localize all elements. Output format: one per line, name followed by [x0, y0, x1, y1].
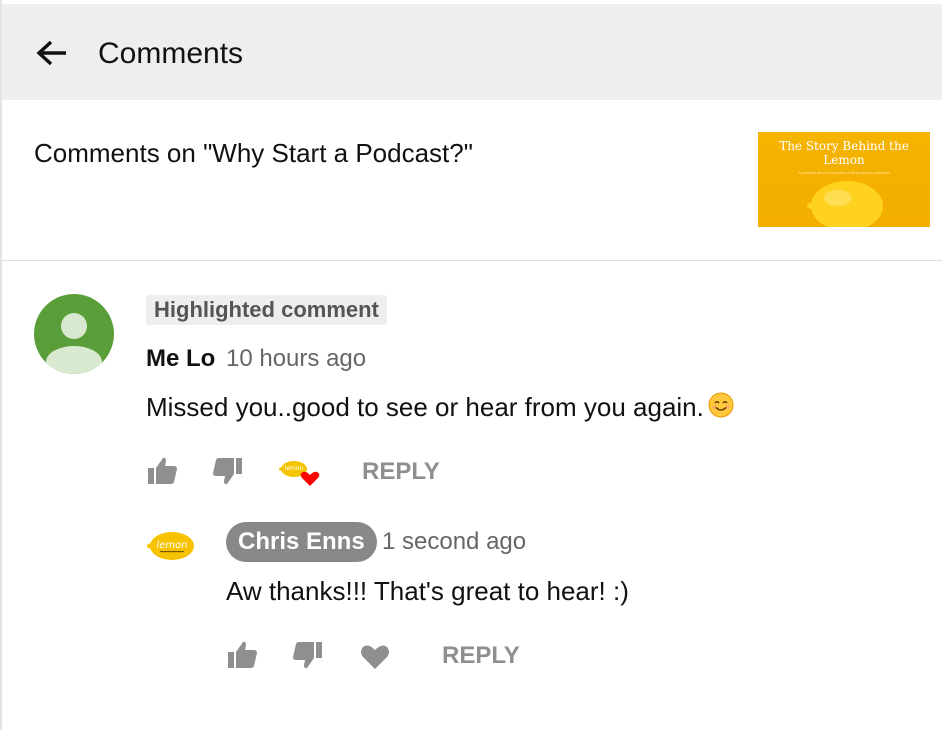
default-user-icon [46, 313, 102, 374]
thumbs-down-icon [213, 458, 242, 485]
comment-text: Missed you..good to see or hear from you… [146, 390, 734, 424]
comment-thread: Highlighted comment Me Lo 10 hours ago M… [2, 262, 942, 730]
heart-icon [361, 645, 389, 669]
lemon-icon [807, 181, 883, 227]
thumbs-down-icon [293, 642, 322, 669]
comments-header: Comments [2, 4, 942, 100]
reply-comment: lemon Chris Enns 1 second ago Aw thanks!… [146, 518, 926, 698]
avatar[interactable] [34, 294, 114, 374]
reply-actions: REPLY [226, 636, 626, 676]
video-thumbnail[interactable]: The Story Behind the Lemon A podcast abo… [758, 132, 930, 227]
reply-text: Aw thanks!!! That's great to hear! :) [226, 576, 629, 606]
svg-text:lemon: lemon [156, 540, 187, 551]
comment-body: Missed you..good to see or hear from you… [146, 392, 704, 422]
dislike-button[interactable] [210, 452, 244, 492]
reply-like-button[interactable] [226, 636, 260, 676]
creator-heart-button[interactable]: lemon [278, 452, 322, 492]
reply-timestamp[interactable]: 1 second ago [382, 526, 526, 558]
reply-avatar[interactable]: lemon [146, 526, 196, 566]
creator-heart-icon: lemon [279, 461, 320, 486]
video-context: Comments on "Why Start a Podcast?" The S… [2, 100, 942, 261]
reply-button[interactable]: REPLY [362, 456, 440, 488]
comment-timestamp[interactable]: 10 hours ago [226, 344, 366, 374]
comment-actions: lemon REPLY [146, 452, 546, 492]
reply-heart-button[interactable] [358, 636, 392, 676]
lemon-logo-icon: lemon [147, 532, 194, 560]
thumbs-up-icon [148, 457, 177, 484]
smiling-face-icon [708, 392, 734, 418]
comment-author[interactable]: Me Lo [146, 344, 215, 374]
page-title: Comments [98, 37, 244, 70]
thumbs-up-icon [228, 641, 257, 668]
video-title: Comments on "Why Start a Podcast?" [34, 138, 473, 168]
reply-reply-button[interactable]: REPLY [442, 640, 520, 672]
highlighted-comment-badge: Highlighted comment [146, 295, 387, 325]
like-button[interactable] [146, 452, 180, 492]
reply-dislike-button[interactable] [290, 636, 324, 676]
arrow-left-icon [36, 40, 66, 66]
svg-text:lemon: lemon [285, 465, 304, 472]
channel-owner-badge[interactable]: Chris Enns [226, 522, 377, 562]
back-button[interactable] [32, 34, 72, 74]
